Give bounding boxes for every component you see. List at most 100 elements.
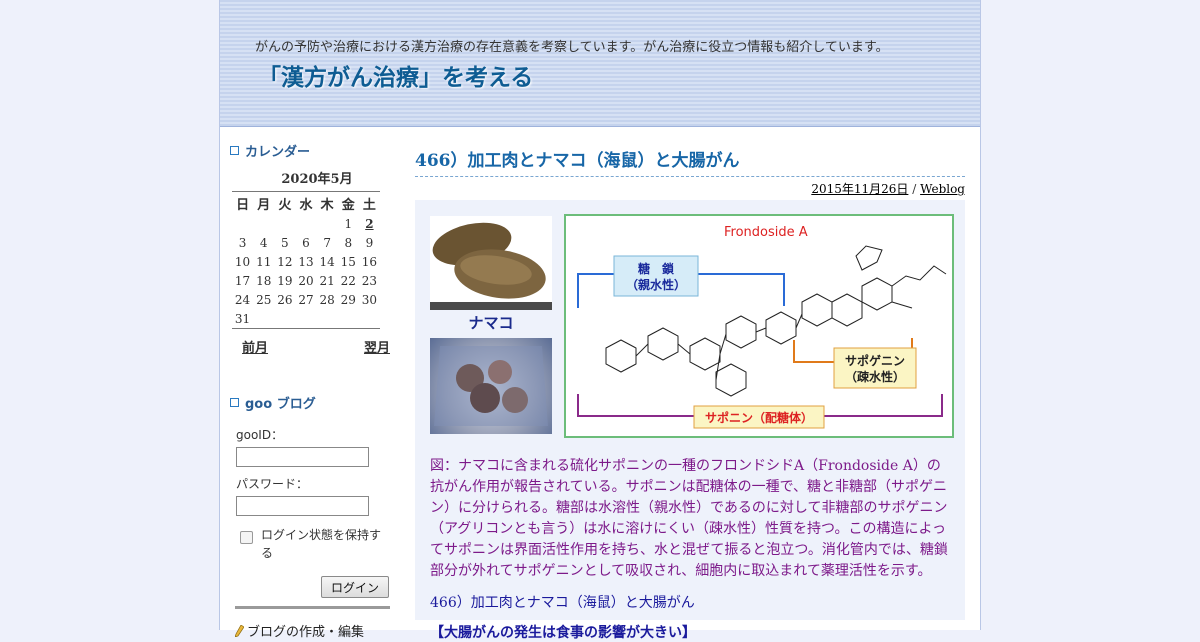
calendar-day: 4 bbox=[259, 235, 268, 250]
blog-create-link-row: ブログの作成・編集 bbox=[235, 621, 390, 640]
calendar-day: 18 bbox=[256, 273, 272, 288]
calendar-month-title: 2020年5月 bbox=[281, 172, 353, 187]
calendar-day: 3 bbox=[238, 235, 247, 250]
sugar-chain-label: 糖 鎖 bbox=[638, 261, 675, 276]
calendar-day: 14 bbox=[319, 254, 335, 269]
calendar-week-row: 17 18 19 20 21 22 23 bbox=[232, 271, 380, 290]
entry-category-link[interactable]: Weblog bbox=[920, 182, 965, 196]
sapogenin-label: サポゲニン bbox=[845, 353, 905, 368]
calendar-day bbox=[295, 214, 316, 233]
calendar-week-row: 12 bbox=[232, 214, 380, 233]
calendar-table: 日月火水木金土 1 2 3 4 5 6 7 8 9 10 11 12 13 14 15 16 17 18 19 20 2… bbox=[232, 191, 380, 329]
goo-blog-heading: goo ブログ bbox=[230, 392, 390, 412]
calendar-weekday: 火 bbox=[278, 197, 292, 213]
calendar-day: 6 bbox=[302, 235, 310, 250]
entry-body: ナマコ Frondoside A 糖 鎖 （親水性） サポゲニン （疎水性） サ… bbox=[415, 200, 965, 641]
entry-date-link[interactable]: 2015年11月26日 bbox=[811, 182, 908, 196]
calendar-day: 1 bbox=[344, 216, 353, 231]
figure-caption: 図：ナマコに含まれる硫化サポニンの一種のフロンドシドA（Frondoside A… bbox=[430, 458, 948, 579]
calendar-day: 23 bbox=[361, 273, 378, 288]
gooid-input[interactable] bbox=[236, 447, 369, 467]
entry-figure: ナマコ Frondoside A 糖 鎖 （親水性） サポゲニン （疎水性） サ… bbox=[430, 214, 955, 440]
calendar-day: 26 bbox=[277, 292, 293, 307]
password-input[interactable] bbox=[236, 496, 369, 516]
calendar-weekday: 木 bbox=[320, 197, 334, 213]
calendar-next-month-link[interactable]: 翌月 bbox=[364, 337, 390, 356]
calendar-week-row: 24 25 26 27 28 29 30 bbox=[232, 290, 380, 309]
calendar-day: 16 bbox=[361, 254, 378, 269]
calendar-heading-label: カレンダー bbox=[245, 144, 311, 160]
section-heading: 【大腸がんの発生は食事の影響が大きい】 bbox=[430, 625, 696, 641]
calendar-day: 12 bbox=[277, 254, 293, 269]
square-bullet-icon bbox=[230, 397, 239, 407]
calendar-day: 28 bbox=[319, 292, 335, 307]
calendar-day: 31 bbox=[234, 311, 251, 326]
calendar-day: 17 bbox=[234, 273, 251, 288]
pencil-icon bbox=[235, 624, 244, 637]
calendar-weekday: 土 bbox=[362, 197, 376, 213]
calendar-day: 19 bbox=[277, 273, 293, 288]
saponin-label: サポニン（配糖体） bbox=[705, 410, 813, 425]
calendar-heading: カレンダー bbox=[230, 140, 390, 160]
calendar-day: 8 bbox=[344, 235, 353, 250]
calendar-day: 22 bbox=[340, 273, 356, 288]
sliced-sea-cucumber-photo bbox=[430, 338, 552, 434]
calendar-day bbox=[317, 214, 338, 233]
entry-title[interactable]: 466）加工肉とナマコ（海鼠）と大腸がん bbox=[415, 140, 965, 177]
frondoside-structure-diagram: Frondoside A 糖 鎖 （親水性） サポゲニン （疎水性） サポニン（… bbox=[564, 214, 954, 438]
calendar-day: 21 bbox=[319, 273, 335, 288]
calendar-day bbox=[274, 309, 295, 329]
gooid-label: gooID： bbox=[236, 428, 284, 442]
blog-create-link[interactable]: ブログの作成・編集 bbox=[247, 621, 364, 640]
calendar-day: 13 bbox=[298, 254, 314, 269]
photo-label: ナマコ bbox=[468, 314, 514, 332]
login-button[interactable]: ログイン bbox=[321, 576, 389, 598]
calendar-weekday: 金 bbox=[341, 197, 355, 213]
calendar-week-row: 31 bbox=[232, 309, 380, 329]
entry-meta: 2015年11月26日 / Weblog bbox=[415, 180, 965, 198]
calendar-day: 11 bbox=[256, 254, 272, 269]
calendar-day bbox=[338, 309, 359, 329]
calendar-day: 27 bbox=[298, 292, 314, 307]
calendar-day: 20 bbox=[298, 273, 314, 288]
calendar-day: 30 bbox=[361, 292, 378, 307]
calendar-day: 7 bbox=[323, 235, 331, 250]
calendar-week-row: 10 11 12 13 14 15 16 bbox=[232, 252, 380, 271]
calendar-weekday: 日 bbox=[236, 197, 250, 213]
calendar-weekday: 水 bbox=[299, 197, 313, 213]
login-form: gooID： パスワード： ログイン状態を保持する ログイン bbox=[236, 426, 390, 598]
calendar-day: 15 bbox=[340, 254, 356, 269]
calendar-weekday-row: 日月火水木金土 bbox=[232, 192, 380, 215]
calendar-day: 24 bbox=[234, 292, 251, 307]
password-label: パスワード： bbox=[236, 477, 309, 491]
calendar-day bbox=[232, 214, 253, 233]
calendar-day: 25 bbox=[256, 292, 272, 307]
calendar-weekday: 月 bbox=[257, 197, 271, 213]
site-title-link[interactable]: 「漢方がん治療」を考える bbox=[258, 58, 533, 92]
calendar-day bbox=[253, 214, 274, 233]
remember-login-checkbox[interactable] bbox=[240, 531, 253, 544]
remember-login-row: ログイン状態を保持する bbox=[236, 526, 390, 562]
main-content: 466）加工肉とナマコ（海鼠）と大腸がん 2015年11月26日 / Weblo… bbox=[415, 140, 965, 641]
meta-separator: / bbox=[912, 182, 917, 196]
calendar-day: 9 bbox=[365, 235, 374, 250]
sidebar: カレンダー 2020年5月 日月火水木金土 1 2 3 4 5 6 7 8 9 10 11 12 13 1… bbox=[230, 140, 390, 640]
calendar-day bbox=[359, 309, 380, 329]
square-bullet-icon bbox=[230, 145, 239, 155]
calendar-nav: 前月 翌月 bbox=[242, 337, 390, 356]
calendar-day: 5 bbox=[281, 235, 289, 250]
calendar-body: 1 2 3 4 5 6 7 8 9 10 11 12 13 14 15 16 17 18 19 20 21 22 23 24 2… bbox=[232, 214, 380, 329]
remember-login-label: ログイン状態を保持する bbox=[261, 528, 382, 560]
calendar-day: 29 bbox=[340, 292, 356, 307]
divider bbox=[235, 606, 390, 609]
calendar-prev-month-link[interactable]: 前月 bbox=[242, 337, 268, 356]
calendar-day-link[interactable]: 2 bbox=[359, 214, 380, 233]
calendar-week-row: 3456789 bbox=[232, 233, 380, 252]
hydrophobic-label: （疎水性） bbox=[845, 369, 905, 384]
page-wrapper: がんの予防や治療における漢方治療の存在意義を考察しています。がん治療に役立つ情報… bbox=[219, 0, 981, 641]
calendar-day: 10 bbox=[234, 254, 251, 269]
calendar-day bbox=[253, 309, 274, 329]
compound-name: Frondoside A bbox=[724, 225, 808, 240]
entry-subtitle: 466）加工肉とナマコ（海鼠）と大腸がん bbox=[430, 595, 695, 611]
hydrophilic-label: （親水性） bbox=[626, 277, 686, 292]
